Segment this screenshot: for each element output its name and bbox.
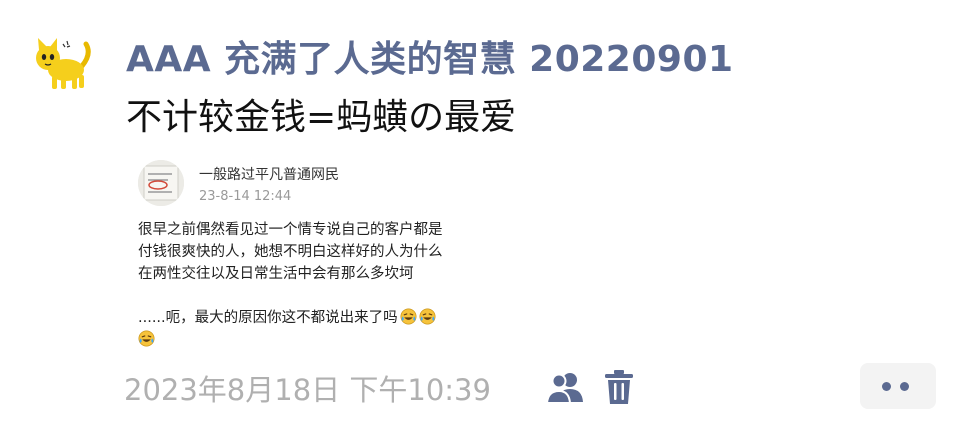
quoted-line-with-emoji: ......呃，最大的原因你这不都说出来了吗 — [138, 307, 483, 329]
quoted-screenshot[interactable]: 一般路过平凡普通网民 23-8-14 12:44 很早之前偶然看见过一个情专说自… — [126, 150, 486, 355]
quoted-line: 很早之前偶然看见过一个情专说自己的客户都是 — [138, 222, 443, 238]
quoted-line: 付钱很爽快的人，她想不明白这样好的人为什么 — [138, 244, 443, 260]
quoted-name: 一般路过平凡普通网民 — [199, 167, 339, 183]
trash-icon[interactable] — [602, 368, 636, 406]
quoted-time: 23-8-14 12:44 — [199, 189, 292, 204]
more-dot-icon — [900, 382, 909, 391]
quoted-line: ......呃，最大的原因你这不都说出来了吗 — [138, 310, 398, 326]
quoted-avatar-image — [138, 160, 184, 206]
more-options-button[interactable] — [860, 363, 936, 409]
quoted-line-emoji — [138, 329, 483, 351]
more-dot-icon — [882, 382, 891, 391]
quoted-line: 在两性交往以及日常生活中会有那么多坎坷 — [138, 266, 414, 282]
trash-icon-svg — [605, 370, 633, 404]
post-text: 不计较金钱=蚂蟥の最爱 — [126, 97, 517, 138]
avatar[interactable] — [30, 36, 94, 92]
laughing-tears-emoji-icon — [400, 308, 417, 325]
laughing-tears-emoji-icon — [419, 308, 436, 325]
people-icon-svg — [545, 373, 583, 404]
author-name[interactable]: AAA 充满了人类的智慧 20220901 — [126, 30, 734, 82]
post-timestamp: 2023年8月18日 下午10:39 — [124, 373, 491, 407]
yellow-cat-icon — [36, 38, 91, 89]
quoted-body: 很早之前偶然看见过一个情专说自己的客户都是 付钱很爽快的人，她想不明白这样好的人… — [138, 219, 483, 351]
people-icon[interactable] — [545, 370, 585, 406]
quoted-avatar — [138, 160, 184, 206]
laughing-tears-emoji-icon — [138, 330, 155, 347]
quoted-line — [138, 285, 483, 307]
